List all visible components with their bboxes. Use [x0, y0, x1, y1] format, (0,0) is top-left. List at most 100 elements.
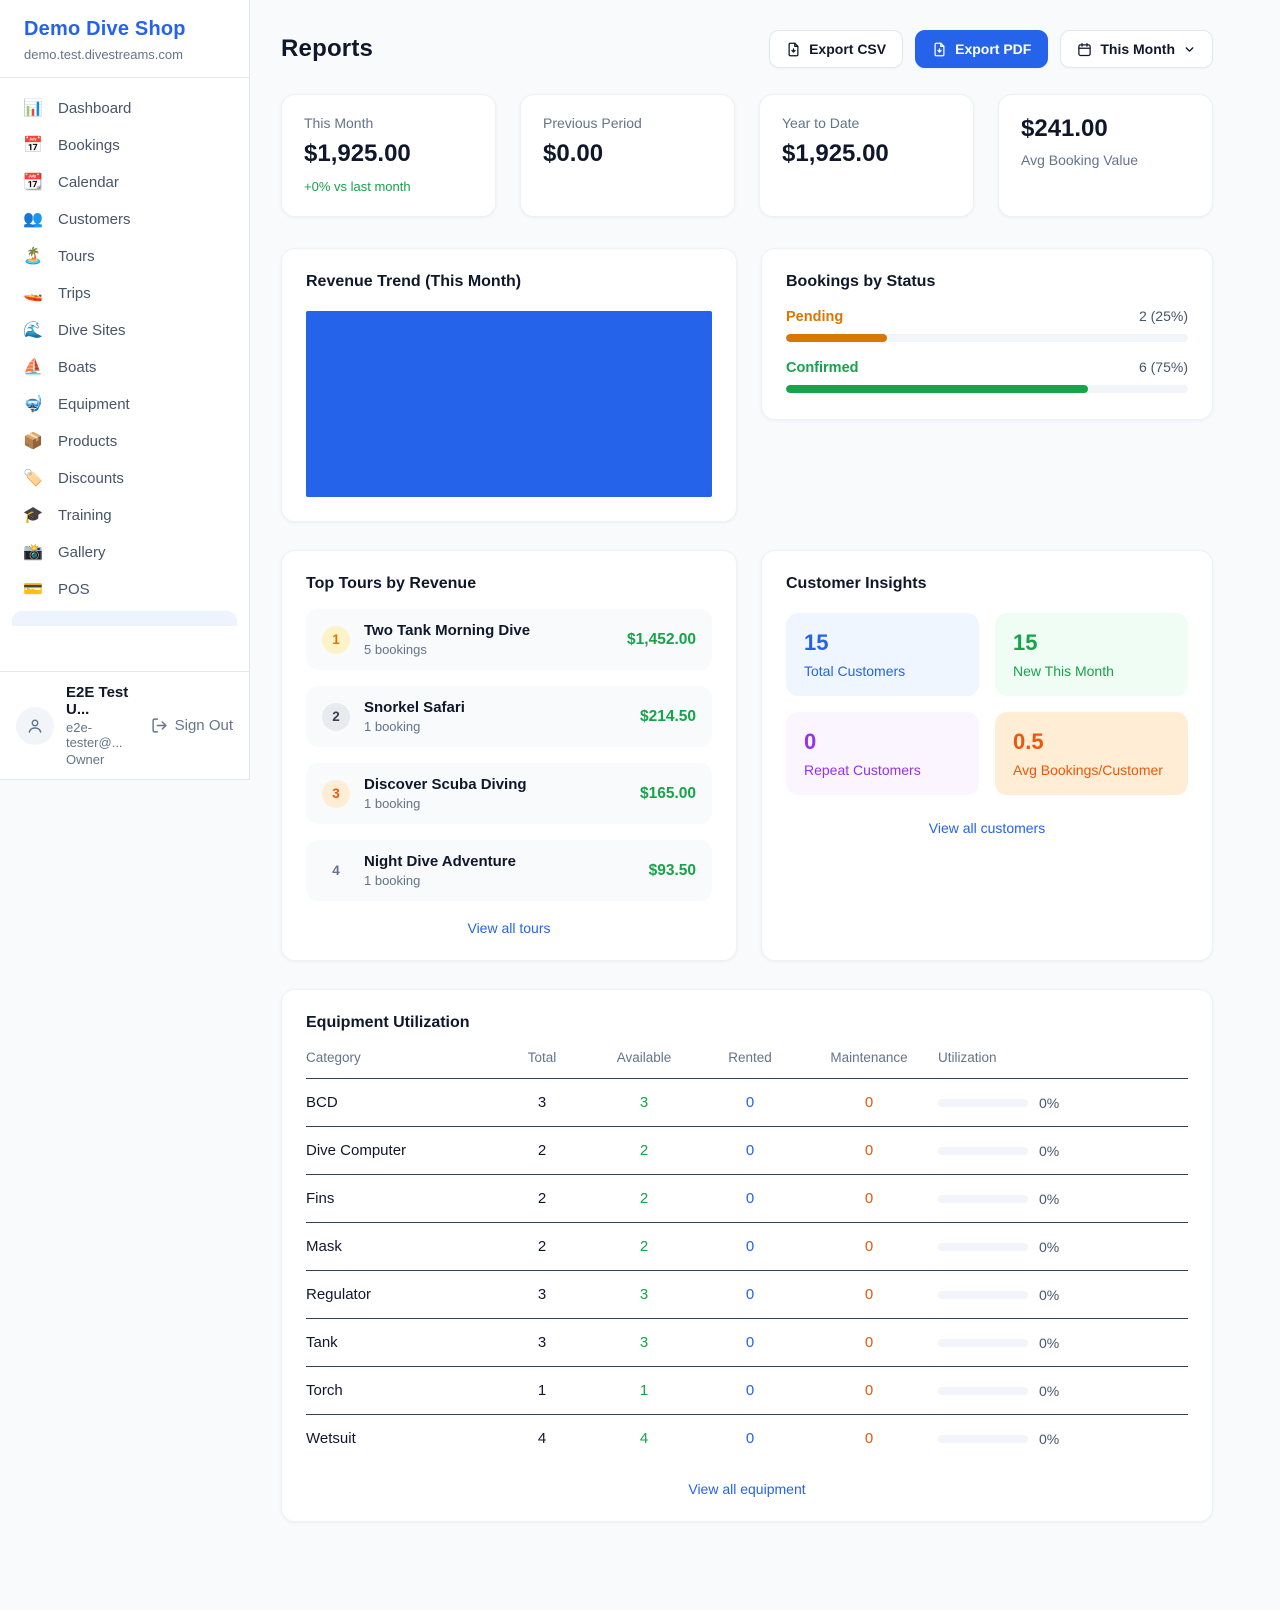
sidebar-item-gallery[interactable]: 📸 Gallery [10, 534, 239, 571]
nav-item-icon: 🌊 [22, 323, 44, 339]
sidebar-item-discounts[interactable]: 🏷️ Discounts [10, 460, 239, 497]
nav-item-label: Dive Sites [58, 322, 126, 339]
cell-total: 3 [496, 1079, 588, 1127]
nav-item-icon: 📊 [22, 101, 44, 117]
nav-item-label: Gallery [58, 544, 106, 561]
tour-bookings: 1 booking [364, 796, 527, 811]
cell-utilization: 0% [938, 1319, 1188, 1367]
cell-available: 2 [588, 1223, 700, 1271]
sidebar-item-trips[interactable]: 🚤 Trips [10, 275, 239, 312]
nav-item-label: Bookings [58, 137, 120, 154]
utilization-percent: 0% [1039, 1191, 1059, 1207]
file-download-icon [932, 42, 947, 57]
insight-value: 0.5 [1013, 729, 1170, 755]
sidebar-item-reports-active-partial[interactable] [12, 611, 237, 626]
period-dropdown[interactable]: This Month [1060, 30, 1213, 68]
status-progress-track [786, 385, 1188, 393]
table-row: Tank 3 3 0 0 0% [306, 1319, 1188, 1367]
stat-value: $0.00 [543, 140, 712, 168]
insight-label: Total Customers [804, 663, 961, 679]
tour-list-item: 4 Night Dive Adventure 1 booking $93.50 [306, 840, 712, 901]
sidebar: Demo Dive Shop demo.test.divestreams.com… [0, 0, 250, 780]
sidebar-item-boats[interactable]: ⛵ Boats [10, 349, 239, 386]
utilization-track [938, 1243, 1028, 1251]
utilization-percent: 0% [1039, 1383, 1059, 1399]
nav-item-label: Tours [58, 248, 95, 265]
insight-label: New This Month [1013, 663, 1170, 679]
column-header-utilization: Utilization [938, 1050, 1188, 1079]
export-pdf-button[interactable]: Export PDF [915, 30, 1048, 68]
status-label: Pending [786, 309, 843, 325]
period-label: This Month [1100, 41, 1175, 57]
header-actions: Export CSV Export PDF This Month [769, 30, 1213, 68]
cell-utilization: 0% [938, 1127, 1188, 1175]
view-all-tours-link[interactable]: View all tours [306, 920, 712, 936]
nav-item-icon: 📅 [22, 138, 44, 154]
cell-rented: 0 [700, 1367, 800, 1415]
column-header-available: Available [588, 1050, 700, 1079]
sidebar-nav: 📊 Dashboard 📅 Bookings 📆 Calendar 👥 Cust… [0, 78, 249, 626]
table-row: Fins 2 2 0 0 0% [306, 1175, 1188, 1223]
sidebar-item-bookings[interactable]: 📅 Bookings [10, 127, 239, 164]
utilization-track [938, 1387, 1028, 1395]
nav-item-icon: 🤿 [22, 397, 44, 413]
utilization-percent: 0% [1039, 1287, 1059, 1303]
sign-out-label: Sign Out [175, 717, 233, 734]
avatar [16, 707, 54, 745]
tour-name: Two Tank Morning Dive [364, 622, 530, 639]
column-header-rented: Rented [700, 1050, 800, 1079]
cell-available: 1 [588, 1367, 700, 1415]
cell-category: Tank [306, 1319, 496, 1367]
table-row: Mask 2 2 0 0 0% [306, 1223, 1188, 1271]
tour-revenue: $1,452.00 [627, 631, 696, 649]
sidebar-item-equipment[interactable]: 🤿 Equipment [10, 386, 239, 423]
nav-item-icon: 🏷️ [22, 471, 44, 487]
utilization-percent: 0% [1039, 1431, 1059, 1447]
equipment-table: Category Total Available Rented Maintena… [306, 1050, 1188, 1462]
sidebar-item-calendar[interactable]: 📆 Calendar [10, 164, 239, 201]
insight-label: Repeat Customers [804, 762, 961, 778]
sidebar-item-training[interactable]: 🎓 Training [10, 497, 239, 534]
sidebar-item-dashboard[interactable]: 📊 Dashboard [10, 90, 239, 127]
cell-category: Fins [306, 1175, 496, 1223]
brand: Demo Dive Shop demo.test.divestreams.com [0, 0, 249, 78]
view-all-equipment-link[interactable]: View all equipment [306, 1481, 1188, 1497]
sidebar-item-dive-sites[interactable]: 🌊 Dive Sites [10, 312, 239, 349]
bookings-by-status-card: Bookings by Status Pending 2 (25%) [761, 248, 1213, 420]
status-row: Pending 2 (25%) [786, 308, 1188, 342]
rank-badge: 4 [322, 857, 350, 885]
revenue-trend-title: Revenue Trend (This Month) [306, 273, 712, 291]
cell-available: 2 [588, 1127, 700, 1175]
export-csv-button[interactable]: Export CSV [769, 30, 903, 68]
calendar-icon [1077, 42, 1092, 57]
nav-item-icon: 🏝️ [22, 249, 44, 265]
sidebar-item-tours[interactable]: 🏝️ Tours [10, 238, 239, 275]
user-name: E2E Test U... [66, 684, 139, 718]
export-csv-label: Export CSV [809, 41, 886, 57]
sign-out-button[interactable]: Sign Out [151, 717, 233, 734]
cell-category: Torch [306, 1367, 496, 1415]
view-all-customers-link[interactable]: View all customers [786, 820, 1188, 836]
cell-category: Wetsuit [306, 1415, 496, 1463]
sidebar-item-pos[interactable]: 💳 POS [10, 571, 239, 608]
stat-value: $241.00 [1021, 115, 1190, 143]
stat-card-year-to-date: Year to Date $1,925.00 [759, 94, 974, 217]
cell-maintenance: 0 [800, 1127, 938, 1175]
tour-revenue: $214.50 [640, 708, 696, 726]
sidebar-item-products[interactable]: 📦 Products [10, 423, 239, 460]
insight-label: Avg Bookings/Customer [1013, 762, 1170, 778]
utilization-track [938, 1147, 1028, 1155]
utilization-percent: 0% [1039, 1095, 1059, 1111]
nav-item-label: Calendar [58, 174, 119, 191]
cell-utilization: 0% [938, 1223, 1188, 1271]
cell-available: 3 [588, 1319, 700, 1367]
utilization-track [938, 1195, 1028, 1203]
sidebar-user-footer: E2E Test U... e2e-tester@... Owner Sign … [0, 671, 249, 779]
tour-revenue: $165.00 [640, 785, 696, 803]
customer-insights-title: Customer Insights [786, 575, 1188, 593]
sidebar-item-customers[interactable]: 👥 Customers [10, 201, 239, 238]
nav-item-label: Equipment [58, 396, 130, 413]
table-row: Dive Computer 2 2 0 0 0% [306, 1127, 1188, 1175]
stat-value: $1,925.00 [782, 140, 951, 168]
insight-tiles: 15 Total Customers 15 New This Month 0 R… [786, 613, 1188, 795]
